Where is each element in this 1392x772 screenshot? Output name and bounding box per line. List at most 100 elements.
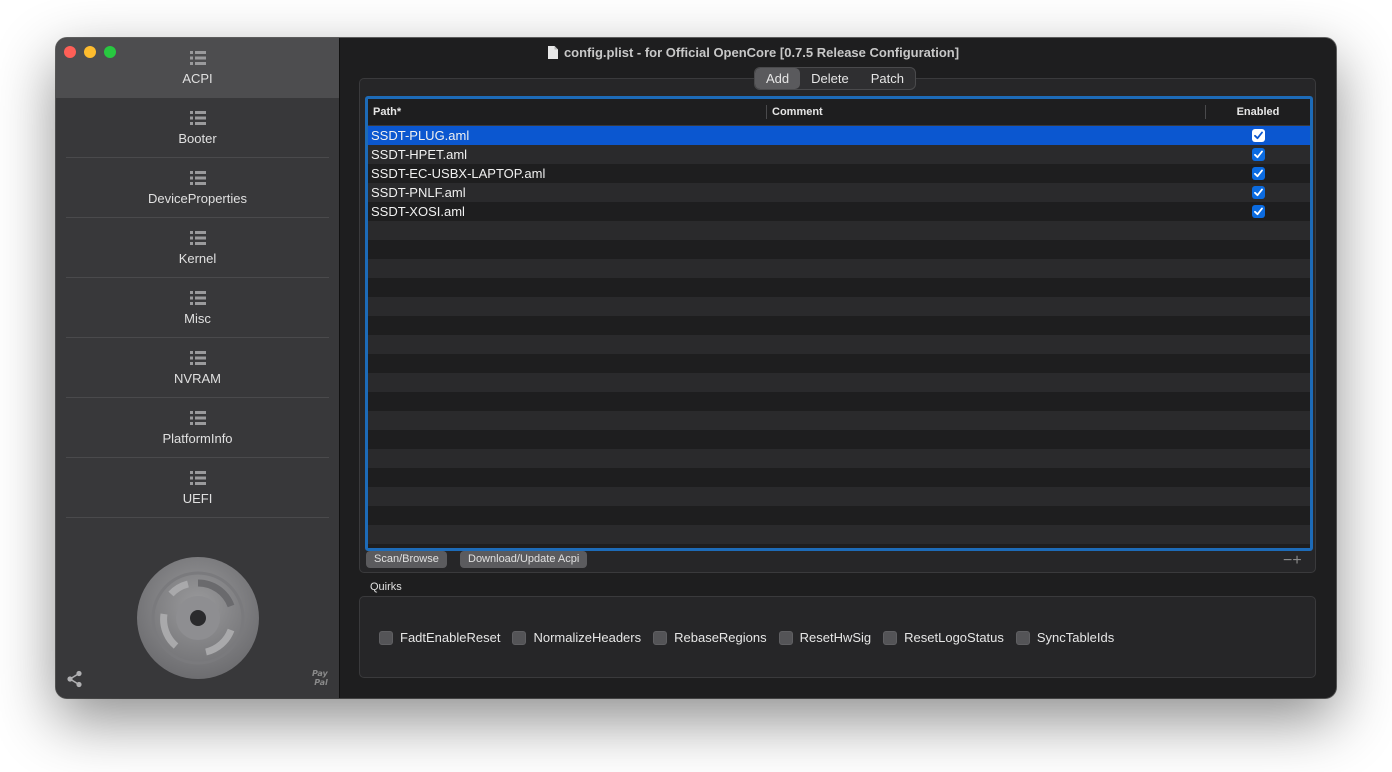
table-rows: SSDT-PLUG.aml SSDT-HPET.aml SSDT-EC-USBX-L…: [368, 126, 1310, 544]
list-icon: [189, 231, 206, 245]
cell-enabled: [1206, 129, 1310, 142]
quirks-label: Quirks: [370, 581, 402, 593]
sidebar-item-booter[interactable]: Booter: [56, 98, 339, 158]
window-title: config.plist - for Official OpenCore [0.…: [563, 44, 960, 60]
tab-add[interactable]: Add: [755, 68, 801, 89]
sidebar-item-platforminfo[interactable]: PlatformInfo: [56, 398, 339, 458]
quirk-resetlogostatus[interactable]: ResetLogoStatus: [883, 630, 1004, 645]
column-header-enabled[interactable]: Enabled: [1206, 99, 1310, 125]
cell-enabled: [1206, 186, 1310, 199]
sidebar-item-label: NVRAM: [174, 371, 221, 386]
close-window-button[interactable]: [64, 46, 76, 58]
cell-enabled: [1206, 167, 1310, 180]
quirk-fadtenablereset[interactable]: FadtEnableReset: [379, 630, 500, 645]
quirk-normalizeheaders[interactable]: NormalizeHeaders: [512, 630, 641, 645]
table-row-empty: [368, 430, 1310, 449]
sidebar-nav: ACPI Booter DeviceProperties Kernel Misc NVRA…: [56, 38, 339, 518]
quirk-label: FadtEnableReset: [400, 630, 501, 645]
sidebar-item-label: ACPI: [182, 71, 213, 86]
enabled-checkbox[interactable]: [1251, 167, 1265, 180]
quirk-resethwsig[interactable]: ResetHwSig: [778, 630, 871, 645]
cell-path[interactable]: SSDT-HPET.aml: [368, 147, 767, 162]
quirk-checkbox[interactable]: [379, 630, 393, 645]
add-remove-row-buttons[interactable]: −+: [1283, 553, 1302, 569]
list-icon: [189, 411, 206, 425]
list-icon: [189, 291, 206, 305]
sidebar-item-label: PlatformInfo: [162, 431, 233, 446]
app-window: ACPI Booter DeviceProperties Kernel Misc NVRA…: [56, 38, 1336, 698]
zoom-window-button[interactable]: [104, 46, 116, 58]
cell-path[interactable]: SSDT-EC-USBX-LAPTOP.aml: [368, 166, 767, 181]
minimize-window-button[interactable]: [84, 46, 96, 58]
cell-enabled: [1206, 148, 1310, 161]
quirk-label: ResetLogoStatus: [904, 630, 1004, 645]
table-row-empty: [368, 259, 1310, 278]
cell-path[interactable]: SSDT-XOSI.aml: [368, 204, 767, 219]
sidebar-item-label: Misc: [184, 311, 211, 326]
table-row-empty: [368, 506, 1310, 525]
table-row[interactable]: SSDT-HPET.aml: [368, 145, 1310, 164]
table-row[interactable]: SSDT-PNLF.aml: [368, 183, 1310, 202]
column-header-path[interactable]: Path*: [368, 99, 767, 125]
quirks-list: FadtEnableReset NormalizeHeaders RebaseReg…: [379, 630, 1114, 645]
quirk-checkbox[interactable]: [653, 630, 668, 645]
window-controls: [64, 46, 116, 58]
table-header: Path* Comment Enabled: [368, 99, 1310, 126]
sidebar-item-label: UEFI: [182, 491, 213, 506]
enabled-checkbox[interactable]: [1251, 205, 1265, 218]
list-icon: [189, 171, 206, 185]
cell-path[interactable]: SSDT-PLUG.aml: [368, 128, 767, 143]
quirk-checkbox[interactable]: [883, 630, 898, 645]
table-row[interactable]: SSDT-EC-USBX-LAPTOP.aml: [368, 164, 1310, 183]
table-row-empty: [368, 411, 1310, 430]
list-icon: [189, 471, 206, 485]
table-row-empty: [368, 335, 1310, 354]
share-icon[interactable]: [66, 670, 84, 688]
acpi-add-table[interactable]: Path* Comment Enabled SSDT-PLUG.aml SSDT-…: [365, 96, 1313, 551]
sidebar-item-kernel[interactable]: Kernel: [56, 218, 339, 278]
quirk-checkbox[interactable]: [1015, 630, 1030, 645]
titlebar: config.plist - for Official OpenCore [0.…: [341, 38, 1336, 66]
tab-bar: Add Delete Patch: [754, 67, 916, 90]
sidebar-item-label: Kernel: [178, 251, 217, 266]
enabled-checkbox[interactable]: [1251, 186, 1265, 199]
table-row-empty: [368, 316, 1310, 335]
table-row-empty: [368, 297, 1310, 316]
sidebar-item-label: Booter: [178, 131, 217, 146]
enabled-checkbox[interactable]: [1251, 129, 1265, 142]
sidebar-item-misc[interactable]: Misc: [56, 278, 339, 338]
sidebar: ACPI Booter DeviceProperties Kernel Misc NVRA…: [56, 38, 340, 698]
download-update-acpi-button[interactable]: Download/Update Acpi: [460, 551, 588, 568]
table-row-empty: [368, 373, 1310, 392]
table-row-empty: [368, 221, 1310, 240]
quirk-rebaseregions[interactable]: RebaseRegions: [653, 630, 767, 645]
quirks-box: FadtEnableReset NormalizeHeaders RebaseReg…: [359, 596, 1316, 678]
column-header-comment[interactable]: Comment: [767, 99, 1206, 125]
table-row-empty: [368, 278, 1310, 297]
quirk-checkbox[interactable]: [512, 630, 527, 645]
paypal-logo[interactable]: Pay Pal: [312, 669, 328, 687]
quirk-synctableids[interactable]: SyncTableIds: [1015, 630, 1114, 645]
tab-delete[interactable]: Delete: [800, 68, 860, 89]
sidebar-item-uefi[interactable]: UEFI: [56, 458, 339, 518]
list-icon: [189, 351, 206, 365]
divider: [66, 517, 329, 518]
table-row[interactable]: SSDT-XOSI.aml: [368, 202, 1310, 221]
table-row[interactable]: SSDT-PLUG.aml: [368, 126, 1310, 145]
quirk-checkbox[interactable]: [778, 630, 793, 645]
list-icon: [189, 111, 206, 125]
quirk-label: RebaseRegions: [674, 630, 767, 645]
sidebar-item-label: DeviceProperties: [148, 191, 247, 206]
main-content: config.plist - for Official OpenCore [0.…: [341, 38, 1336, 698]
enabled-checkbox[interactable]: [1251, 148, 1265, 161]
scan-browse-button[interactable]: Scan/Browse: [366, 551, 447, 568]
table-row-empty: [368, 487, 1310, 506]
table-row-empty: [368, 525, 1310, 544]
sidebar-item-deviceproperties[interactable]: DeviceProperties: [56, 158, 339, 218]
opencore-disk-icon: [137, 557, 259, 679]
table-row-empty: [368, 354, 1310, 373]
cell-path[interactable]: SSDT-PNLF.aml: [368, 185, 767, 200]
tab-patch[interactable]: Patch: [860, 68, 915, 89]
sidebar-item-nvram[interactable]: NVRAM: [56, 338, 339, 398]
document-icon: [547, 45, 558, 59]
